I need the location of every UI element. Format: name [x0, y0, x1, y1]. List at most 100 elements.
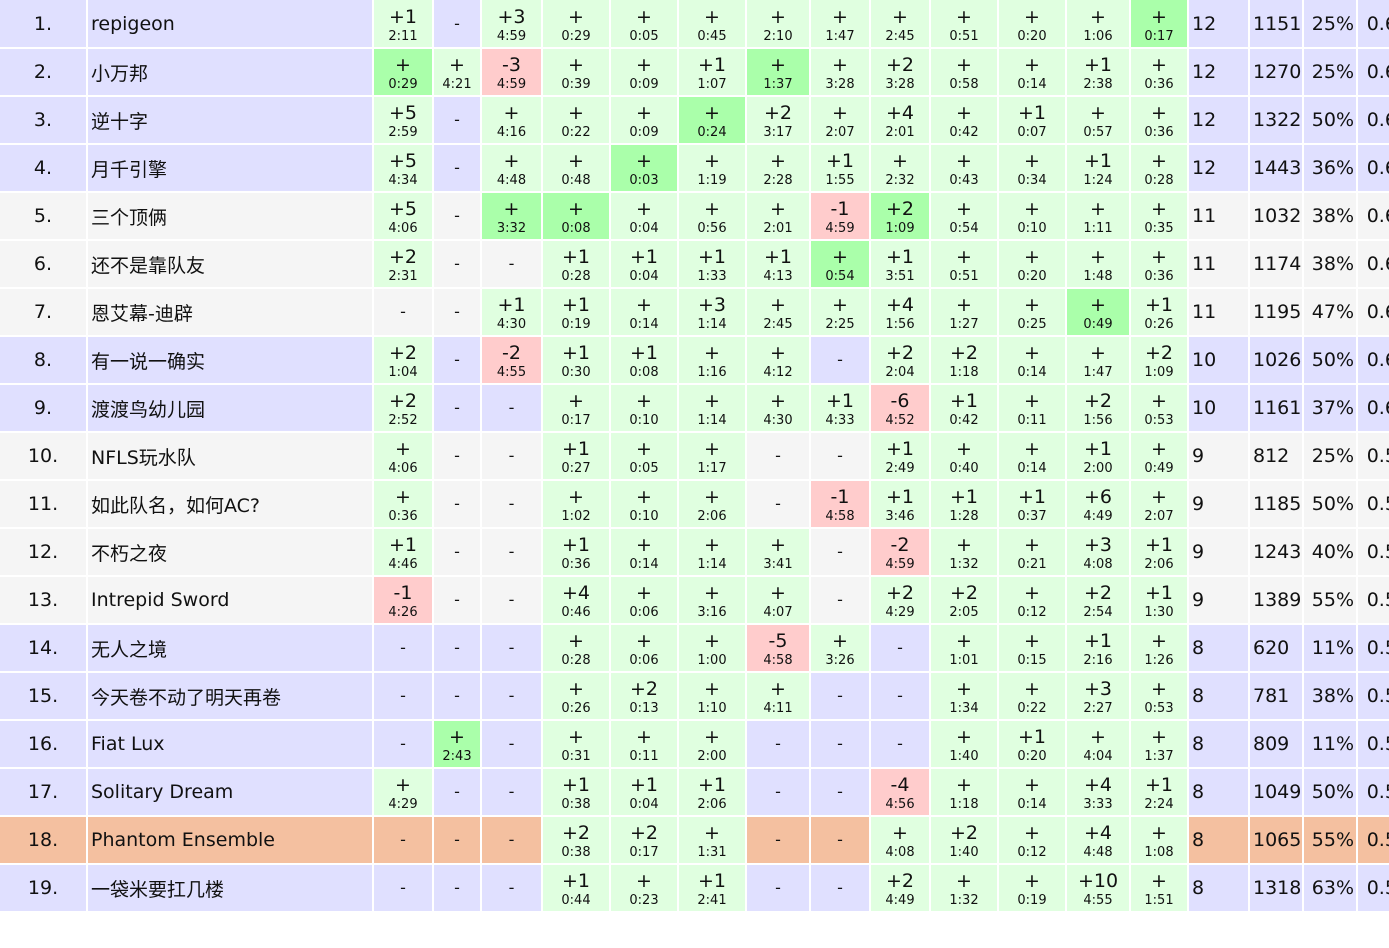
problem-cell: -	[481, 672, 543, 721]
problem-cell: +2 1:09	[870, 192, 931, 241]
problem-result: +	[1151, 198, 1167, 220]
problem-cell: +1 1:24	[1066, 144, 1131, 193]
problem-time: 4:07	[763, 605, 793, 620]
problem-result: -	[400, 734, 406, 753]
problem-cell: +0:39	[542, 48, 611, 97]
problem-result: +	[1151, 102, 1167, 124]
standing-row: 1. repigeon +1 2:11- +3 4:59 +0:29 +0:05 +0:45 +2…	[0, 0, 1389, 49]
problem-cell: -	[373, 624, 434, 673]
problem-result: +	[704, 630, 720, 652]
problem-time: 0:12	[1017, 605, 1047, 620]
problem-result: -	[508, 686, 515, 705]
problem-cell: -	[746, 816, 811, 865]
problem-time: 4:58	[763, 653, 793, 668]
problem-time: 0:29	[561, 28, 591, 44]
problem-time: 2:41	[697, 893, 727, 908]
problem-cell: +0:12	[998, 816, 1067, 865]
problem-cell: +0:12	[998, 576, 1067, 625]
problem-result: -	[508, 446, 515, 465]
problem-time: 0:11	[1017, 413, 1047, 428]
problem-time: 1:55	[825, 173, 855, 188]
problem-cell: -	[481, 576, 543, 625]
problem-time: 3:26	[825, 653, 855, 668]
problem-cell: +3 1:14	[678, 288, 747, 337]
problem-cell: +1 2:06	[678, 768, 747, 817]
problem-cell: +0:29	[542, 0, 611, 49]
problem-cell: +1 1:33	[678, 240, 747, 289]
problem-time: 4:56	[885, 797, 915, 812]
problem-cell: -	[746, 480, 811, 529]
rank-cell: 11.	[0, 480, 88, 529]
problem-result: +	[1024, 438, 1040, 460]
problem-result: +	[636, 294, 652, 316]
problem-cell: -	[481, 624, 543, 673]
problem-time: 4:33	[825, 413, 855, 428]
problem-time: 4:29	[885, 605, 915, 620]
problem-time: 0:15	[1017, 653, 1047, 668]
problem-result: +	[636, 870, 652, 892]
problem-time: 0:42	[949, 125, 979, 140]
penalty-time: 1318	[1249, 864, 1304, 913]
problem-result: -	[454, 350, 460, 369]
problem-result: +	[1151, 150, 1167, 172]
problem-result: +	[832, 102, 848, 124]
problem-cell: +2:06	[678, 480, 747, 529]
problem-cell: +1:00	[678, 624, 747, 673]
problem-cell: -2 4:59	[870, 528, 931, 577]
problem-cell: +1 0:26	[1130, 288, 1189, 337]
problem-cell: +0:29	[373, 48, 434, 97]
penalty-time: 1389	[1249, 576, 1304, 625]
problem-time: 2:31	[388, 269, 418, 284]
problem-cell: +4:11	[746, 672, 811, 721]
problem-result: +	[956, 198, 972, 220]
standing-row: 13. Intrepid Sword -1 4:26- - +4 0:46 +0:06 +3:1…	[0, 576, 1389, 625]
problem-time: 0:21	[1017, 557, 1047, 572]
scoreboard-body: 1. repigeon +1 2:11- +3 4:59 +0:29 +0:05 +0:45 +2…	[0, 0, 1389, 913]
problem-time: 0:36	[388, 509, 418, 524]
problem-result: +	[1024, 5, 1040, 28]
problem-cell: -	[810, 672, 871, 721]
avg-score: 0.53	[1357, 624, 1389, 673]
problem-cell: +1 0:36	[542, 528, 611, 577]
problem-cell: +1:08	[1130, 816, 1189, 865]
problem-cell: +0:20	[998, 0, 1067, 49]
problem-cell: -	[433, 624, 482, 673]
problem-cell: -	[373, 672, 434, 721]
problem-time: 1:24	[1083, 173, 1113, 188]
problem-time: 0:17	[1144, 28, 1174, 44]
team-name: Phantom Ensemble	[87, 816, 374, 865]
problem-cell: +0:14	[998, 48, 1067, 97]
problem-result: +	[1090, 102, 1106, 124]
problem-result: -4	[890, 774, 910, 796]
team-name: repigeon	[87, 0, 374, 49]
penalty-time: 1443	[1249, 144, 1304, 193]
problem-cell: +3:41	[746, 528, 811, 577]
problem-result: +	[395, 438, 411, 460]
problem-result: +2	[388, 390, 417, 412]
problem-cell: +2:45	[870, 0, 931, 49]
dirt-ratio: 50%	[1303, 96, 1358, 145]
problem-cell: +0:03	[610, 144, 679, 193]
problem-time: 0:10	[629, 413, 659, 428]
problem-time: 4:52	[885, 413, 915, 428]
problem-cell: -	[433, 384, 482, 433]
avg-score: 0.67	[1357, 0, 1389, 49]
problem-time: 0:44	[561, 893, 591, 908]
problem-time: 2:07	[1144, 509, 1174, 524]
problem-time: 0:58	[949, 77, 979, 92]
problem-result: +	[770, 150, 786, 172]
problem-time: 2:05	[949, 605, 979, 620]
problem-result: +	[1090, 5, 1106, 28]
problem-cell: -	[481, 720, 543, 769]
problem-cell: +0:21	[998, 528, 1067, 577]
problem-time: 4:29	[388, 797, 418, 812]
problem-result: -	[454, 590, 460, 609]
problem-result: +	[636, 582, 652, 604]
problem-result: +	[770, 390, 786, 412]
problem-time: 1:01	[949, 653, 979, 668]
problem-result: +1	[825, 390, 854, 412]
problem-result: +2	[949, 342, 978, 364]
problem-time: 0:51	[949, 269, 979, 284]
standing-row: 2. 小万邦 +0:29 +4:21 -3 4:59 +0:39 +0:09 +1 1:07 +1:…	[0, 48, 1389, 97]
penalty-time: 1195	[1249, 288, 1304, 337]
